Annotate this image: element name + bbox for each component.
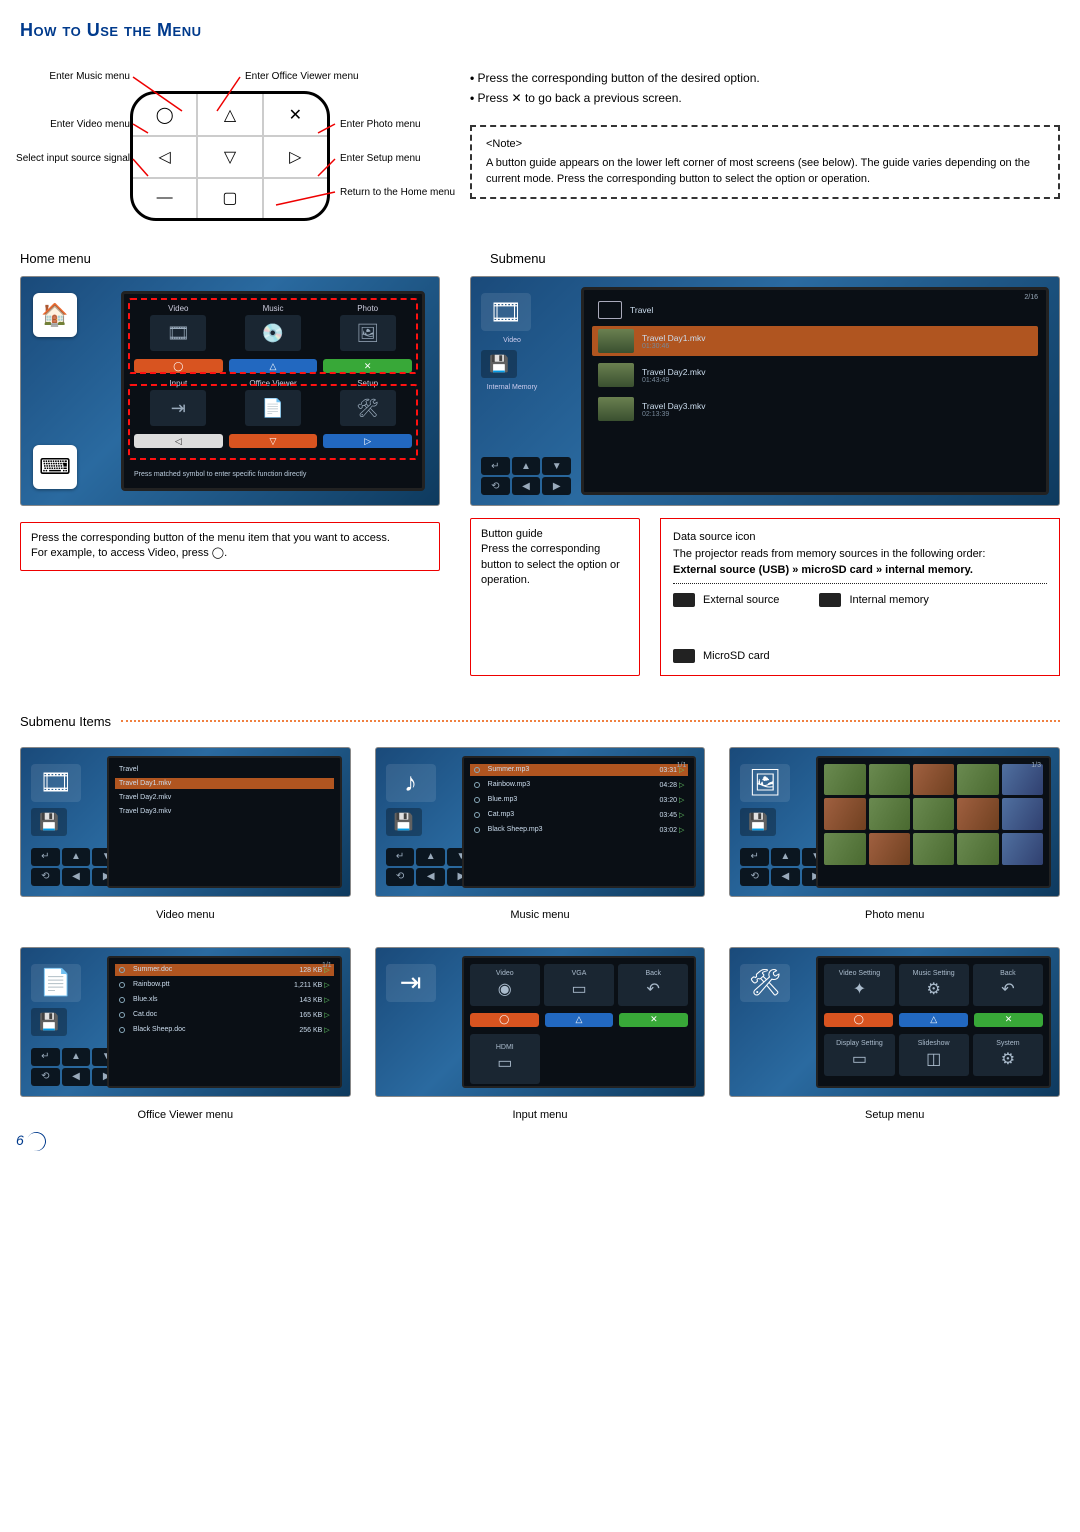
remote-btn-left[interactable]: ◁: [133, 137, 198, 176]
datasource-box: Data source icon The projector reads fro…: [660, 518, 1060, 676]
thumbnail: [598, 397, 634, 421]
remote-btn-home[interactable]: ▢: [198, 179, 263, 218]
label-office: Enter Office Viewer menu: [245, 71, 359, 82]
top-instructions: Press the corresponding button of the de…: [470, 71, 1060, 221]
label-photo: Enter Photo menu: [340, 119, 421, 130]
bullet-2: Press ✕ to go back a previous screen.: [470, 91, 1060, 105]
submenu-frame: 2/16 Travel Travel Day1.mkv01:30:46 Trav…: [581, 287, 1049, 495]
label-video: Enter Video menu: [50, 119, 130, 130]
cap-photo: Photo menu: [865, 909, 924, 921]
dotted-line: [121, 720, 1060, 722]
thumbnail: [598, 329, 634, 353]
guide-left[interactable]: ◀: [512, 477, 541, 495]
remote-icon: ⌨: [33, 445, 77, 489]
page: How to Use the Menu Enter Music menu Ent…: [0, 0, 1080, 1161]
page-number: 6: [16, 1132, 46, 1151]
guide-annotation: Button guide Press the corresponding but…: [470, 518, 640, 676]
input-mini: ⇥ Video◉ VGA▭ Back↶ ◯△✕ HDMI▭: [375, 947, 706, 1097]
photo-icon: 🖼: [740, 764, 790, 802]
note-body: A button guide appears on the lower left…: [486, 156, 1044, 187]
home-frame: Video🎞 Music💿 Photo🖼 ◯△✕ Input⇥ Office V…: [121, 291, 425, 491]
video-mini: 🎞 💾 ↵▲▼ ⟲◀▶ Travel Travel Day1.mkv Trave…: [20, 747, 351, 897]
ds-title: Data source icon: [673, 529, 1047, 546]
cap-setup: Setup menu: [865, 1109, 924, 1121]
dashed-highlight-1: [128, 298, 418, 374]
remote-btn-up[interactable]: △: [198, 94, 263, 135]
page-indicator: 2/16: [1024, 294, 1038, 301]
office-mini: 📄💾 ↵▲▼⟲◀▶ 1/1 Summer.doc128 KB ▷ Rainbow…: [20, 947, 351, 1097]
remote-btn-circle[interactable]: ◯: [133, 94, 198, 135]
music-mini: ♪💾 ↵▲▼⟲◀▶ 1/1 Summer.mp303:31 ▷ Rainbow.…: [375, 747, 706, 897]
divider: [673, 583, 1047, 584]
usb-icon: [673, 593, 695, 607]
guide-enter[interactable]: ↵: [481, 457, 510, 475]
guide-down[interactable]: ▼: [542, 457, 571, 475]
category-label: Video: [481, 337, 543, 344]
note-box: <Note> A button guide appears on the low…: [470, 125, 1060, 199]
input-icon: ⇥: [386, 964, 436, 1002]
home-annotation: Press the corresponding button of the me…: [20, 522, 440, 571]
mini-side: 🎞 💾: [31, 764, 93, 836]
home-screenshot: 🏠 ⌨ Video🎞 Music💿 Photo🖼 ◯△✕ Input⇥ Offi…: [20, 276, 440, 506]
guide-right[interactable]: ▶: [542, 477, 571, 495]
page-title: How to Use the Menu: [20, 20, 1060, 41]
remote-blank: [264, 179, 327, 218]
label-home: Return to the Home menu: [340, 187, 455, 198]
submenu-screenshot: 🎞 Video 💾 Internal Memory ↵▲▼ ⟲◀▶ 2/16 T…: [470, 276, 1060, 506]
photo-grid: [824, 764, 1043, 865]
submenu-items-title: Submenu Items: [20, 714, 111, 729]
guide-up[interactable]: ▲: [512, 457, 541, 475]
remote-btn-right[interactable]: ▷: [264, 137, 327, 176]
top-section: Enter Music menu Enter Office Viewer men…: [20, 71, 1060, 221]
video-icon: 🎞: [31, 764, 81, 802]
cap-office: Office Viewer menu: [138, 1109, 234, 1121]
home-menu-label: Home menu: [20, 251, 440, 266]
dashed-highlight-2: [128, 384, 418, 460]
cap-input: Input menu: [512, 1109, 567, 1121]
ds-body: The projector reads from memory sources …: [673, 546, 1047, 563]
label-music: Enter Music menu: [49, 71, 130, 82]
remote-diagram: Enter Music menu Enter Office Viewer men…: [20, 71, 440, 221]
cap-music: Music menu: [510, 909, 569, 921]
remote-btn-minus[interactable]: —: [133, 179, 198, 218]
source-icon-small: 💾: [481, 350, 517, 378]
music-icon: ♪: [386, 764, 436, 802]
internal-icon: [819, 593, 841, 607]
submenu-side: 🎞 Video 💾 Internal Memory: [481, 293, 543, 392]
setup-mini: 🛠 Video Setting✦ Music Setting⚙ Back↶ ◯△…: [729, 947, 1060, 1097]
setup-icon: 🛠: [740, 964, 790, 1002]
label-input: Select input source signal: [16, 153, 130, 164]
cap-video: Video menu: [156, 909, 215, 921]
item-2[interactable]: Travel Day2.mkv01:43:49: [592, 360, 1038, 390]
source-icon: 💾: [31, 808, 67, 836]
hint-text: Press matched symbol to enter specific f…: [134, 471, 412, 478]
note-title: <Note>: [486, 138, 522, 150]
button-guide: ↵▲▼ ⟲◀▶: [481, 457, 571, 495]
microsd-icon: [673, 649, 695, 663]
thumbnail: [598, 363, 634, 387]
remote-btn-x[interactable]: ✕: [264, 94, 327, 135]
item-3[interactable]: Travel Day3.mkv02:13:39: [592, 394, 1038, 424]
source-label: Internal Memory: [481, 384, 543, 392]
remote-btn-down[interactable]: ▽: [198, 137, 263, 176]
mid-row: 🏠 ⌨ Video🎞 Music💿 Photo🖼 ◯△✕ Input⇥ Offi…: [20, 276, 1060, 676]
label-setup: Enter Setup menu: [340, 153, 421, 164]
home-icon: 🏠: [33, 293, 77, 337]
photo-mini: 🖼💾 ↵▲▼⟲◀▶ 1/3: [729, 747, 1060, 897]
guide-source[interactable]: ⟲: [481, 477, 510, 495]
doc-icon: 📄: [31, 964, 81, 1002]
ds-order: External source (USB) » microSD card » i…: [673, 562, 1047, 579]
item-1[interactable]: Travel Day1.mkv01:30:46: [592, 326, 1038, 356]
bullet-1: Press the corresponding button of the de…: [470, 71, 1060, 85]
folder-row[interactable]: Travel: [592, 298, 1038, 322]
video-big-icon: 🎞: [481, 293, 531, 331]
remote-control: ◯ △ ✕ ◁ ▽ ▷ — ▢: [130, 91, 330, 221]
submenu-label: Submenu: [490, 251, 546, 266]
folder-icon: [598, 301, 622, 319]
